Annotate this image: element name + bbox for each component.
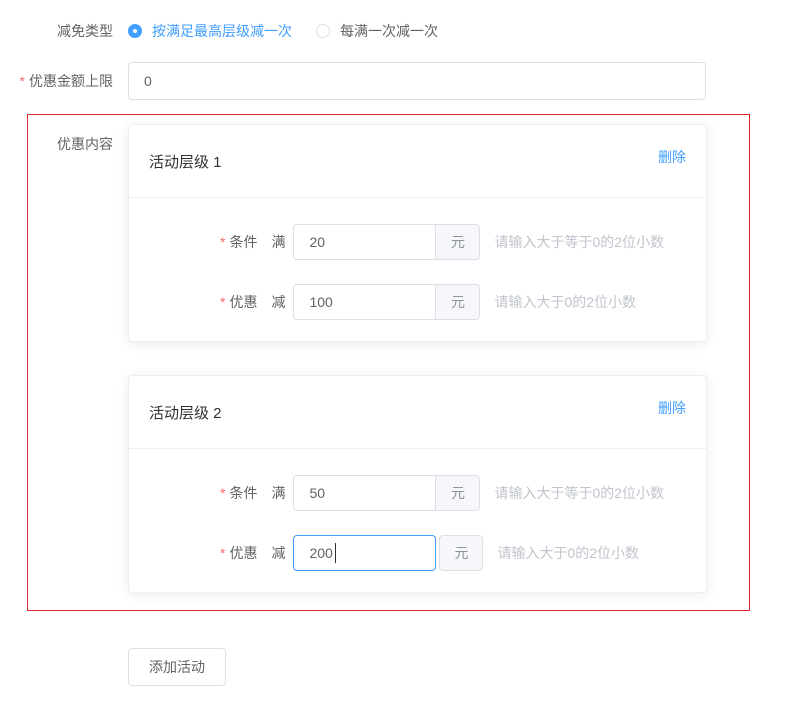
discount-form: 减免类型 按满足最高层级减一次 每满一次减一次 *优惠金额上限 优惠内容 活动层… <box>0 0 812 686</box>
unit-suffix: 元 <box>436 224 480 260</box>
required-asterisk: * <box>220 545 225 561</box>
add-activity-button[interactable]: 添加活动 <box>128 648 226 686</box>
field-hint: 请输入大于0的2位小数 <box>494 292 636 312</box>
required-asterisk: * <box>20 73 25 89</box>
unit-suffix: 元 <box>436 284 480 320</box>
condition-amount-input[interactable] <box>293 224 436 260</box>
tier-card-2: 活动层级 2 删除 * 条件 满 元 请输入大于等于0的2位小数 <box>128 375 707 593</box>
tier-card-1: 活动层级 1 删除 * 条件 满 元 请输入大于等于0的2位小数 <box>128 124 707 342</box>
field-hint: 请输入大于0的2位小数 <box>497 543 639 563</box>
discount-amount-input-focused[interactable] <box>293 535 436 571</box>
max-discount-label: *优惠金额上限 <box>0 72 113 91</box>
field-label: 条件 <box>229 483 257 503</box>
tier-card-body: * 条件 满 元 请输入大于等于0的2位小数 * 优惠 减 <box>129 198 706 341</box>
max-discount-row: *优惠金额上限 <box>0 62 812 100</box>
condition-amount-input[interactable] <box>293 475 436 511</box>
field-label: 优惠 <box>229 543 257 563</box>
discount-input-group-focused: 元 <box>293 535 483 571</box>
condition-field-row: * 条件 满 元 请输入大于等于0的2位小数 <box>220 475 686 511</box>
condition-field-row: * 条件 满 元 请输入大于等于0的2位小数 <box>220 224 686 260</box>
unit-suffix: 元 <box>439 535 483 571</box>
discount-amount-input[interactable] <box>293 284 436 320</box>
tier-card-body: * 条件 满 元 请输入大于等于0的2位小数 * 优惠 减 <box>129 449 706 592</box>
reduction-type-radio-group: 按满足最高层级减一次 每满一次减一次 <box>128 21 438 41</box>
radio-option-every-time[interactable]: 每满一次减一次 <box>316 21 438 41</box>
discount-input-group: 元 <box>293 284 480 320</box>
field-label: 优惠 <box>229 292 257 312</box>
tier-list: 活动层级 1 删除 * 条件 满 元 请输入大于等于0的2位小数 <box>128 124 707 593</box>
radio-unselected-icon[interactable] <box>316 24 330 38</box>
radio-option-label[interactable]: 按满足最高层级减一次 <box>152 21 292 41</box>
field-prefix: 满 <box>271 483 285 503</box>
tier-card-header: 活动层级 2 删除 <box>129 376 706 449</box>
tier-title: 活动层级 2 <box>149 402 222 423</box>
required-asterisk: * <box>220 294 225 310</box>
field-prefix: 减 <box>271 292 285 312</box>
condition-input-group: 元 <box>293 475 480 511</box>
field-prefix: 满 <box>271 232 285 252</box>
condition-input-group: 元 <box>293 224 480 260</box>
required-asterisk: * <box>220 234 225 250</box>
field-label: 条件 <box>229 232 257 252</box>
delete-tier-link[interactable]: 删除 <box>658 147 686 167</box>
text-cursor <box>335 543 336 563</box>
tier-card-header: 活动层级 1 删除 <box>129 125 706 198</box>
field-hint: 请输入大于等于0的2位小数 <box>494 232 664 252</box>
discount-field-row: * 优惠 减 元 请输入大于0的2位小数 <box>220 535 686 571</box>
discount-field-row: * 优惠 减 元 请输入大于0的2位小数 <box>220 284 686 320</box>
max-discount-input[interactable] <box>128 62 706 100</box>
discount-content-label: 优惠内容 <box>28 124 113 154</box>
tier-title: 活动层级 1 <box>149 151 222 172</box>
reduction-type-label: 减免类型 <box>0 22 113 41</box>
unit-suffix: 元 <box>436 475 480 511</box>
radio-option-label[interactable]: 每满一次减一次 <box>340 21 438 41</box>
radio-option-highest-tier[interactable]: 按满足最高层级减一次 <box>128 21 292 41</box>
delete-tier-link[interactable]: 删除 <box>658 398 686 418</box>
field-prefix: 减 <box>271 543 285 563</box>
add-activity-row: 添加活动 <box>128 648 812 686</box>
reduction-type-row: 减免类型 按满足最高层级减一次 每满一次减一次 <box>0 21 812 41</box>
radio-selected-icon[interactable] <box>128 24 142 38</box>
required-asterisk: * <box>220 485 225 501</box>
field-hint: 请输入大于等于0的2位小数 <box>494 483 664 503</box>
discount-content-section: 优惠内容 活动层级 1 删除 * 条件 满 元 <box>27 114 750 611</box>
